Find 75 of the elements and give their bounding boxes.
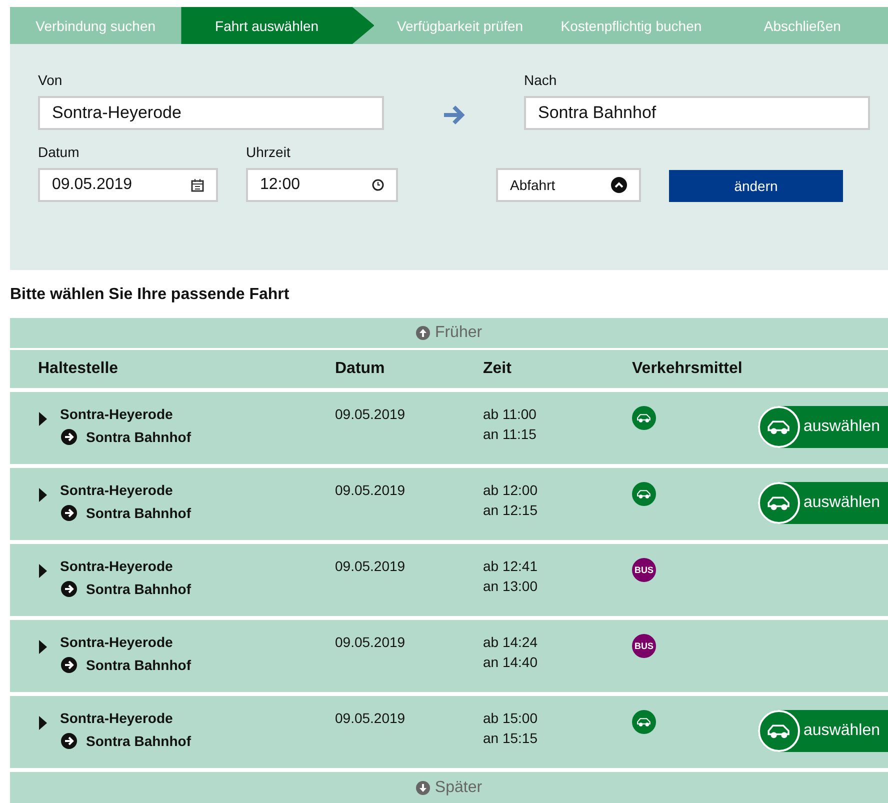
stop-name: Sontra-Heyerode [60, 482, 174, 498]
arrival-time: an 11:15 [483, 426, 538, 442]
arrow-circle-icon [60, 656, 78, 674]
departure-time: ab 11:00 [483, 406, 538, 422]
stop-name: Sontra Bahnhof [86, 733, 191, 749]
stop-name: Sontra-Heyerode [60, 634, 174, 650]
arrow-circle-icon [60, 504, 78, 522]
change-button[interactable]: ändern [669, 170, 843, 202]
earlier-button[interactable]: Früher [10, 318, 888, 348]
arrival-time: an 14:40 [483, 654, 538, 670]
mode-select[interactable]: Abfahrt [496, 168, 641, 202]
arrow-circle-icon [60, 428, 78, 446]
stop-name: Sontra Bahnhof [86, 429, 191, 445]
bus-badge: BUS [632, 558, 656, 582]
column-header: Datum [335, 360, 386, 378]
caret-icon [611, 177, 627, 193]
clock-icon [372, 179, 384, 191]
departure-time: ab 12:00 [483, 482, 538, 498]
trip-date: 09.05.2019 [335, 634, 406, 652]
trip-row[interactable]: Sontra-Heyerode Sontra Bahnhof 09.05.2019 ab 12:00 an 12:15 auswählen [10, 468, 888, 540]
trip-date: 09.05.2019 [335, 406, 406, 424]
stop-name: Sontra-Heyerode [60, 558, 174, 574]
field-label: Uhrzeit [246, 144, 292, 160]
select-button[interactable]: auswählen [758, 482, 888, 524]
arrival-time: an 15:15 [483, 730, 538, 746]
down-circle-icon [416, 781, 430, 795]
stop-name: Sontra-Heyerode [60, 710, 174, 726]
departure-time: ab 12:41 [483, 558, 538, 574]
trip-row[interactable]: Sontra-Heyerode Sontra Bahnhof 09.05.2019 ab 11:00 an 11:15 auswählen [10, 392, 888, 464]
from-field[interactable]: Sontra-Heyerode [38, 96, 384, 130]
arrow-circle-icon [60, 580, 78, 598]
car-icon [632, 482, 656, 506]
field-label: Datum [38, 144, 80, 160]
stop-name: Sontra Bahnhof [86, 505, 191, 521]
stop-name: Sontra-Heyerode [60, 406, 174, 422]
column-header: Zeit [483, 360, 512, 378]
trip-date: 09.05.2019 [335, 482, 406, 500]
column-header: Verkehrsmittel [632, 360, 744, 378]
time-field[interactable]: 12:00 [246, 168, 398, 202]
bus-badge: BUS [632, 634, 656, 658]
arrival-time: an 12:15 [483, 502, 538, 518]
field-label: Von [38, 72, 64, 88]
to-field[interactable]: Sontra Bahnhof [524, 96, 870, 130]
expand-icon[interactable] [38, 640, 48, 654]
expand-icon[interactable] [38, 564, 48, 578]
later-button[interactable]: Später [10, 772, 888, 803]
arrow-icon [442, 104, 466, 126]
trip-row[interactable]: Sontra-Heyerode Sontra Bahnhof 09.05.2019 ab 12:41 an 13:00 BUS [10, 544, 888, 616]
car-icon [758, 406, 800, 448]
trip-row[interactable]: Sontra-Heyerode Sontra Bahnhof 09.05.2019 ab 15:00 an 15:15 auswählen [10, 696, 888, 768]
car-icon [632, 406, 656, 430]
progress-step[interactable]: Fahrt auswählen [181, 7, 374, 44]
select-button[interactable]: auswählen [758, 710, 888, 752]
calendar-icon [191, 178, 204, 192]
expand-icon[interactable] [38, 716, 48, 730]
select-button[interactable]: auswählen [758, 406, 888, 448]
stop-name: Sontra Bahnhof [86, 581, 191, 597]
trip-date: 09.05.2019 [335, 710, 406, 728]
up-circle-icon [416, 326, 430, 340]
section-heading: Bitte wählen Sie Ihre passende Fahrt [10, 286, 290, 304]
car-icon [758, 710, 800, 752]
car-icon [632, 710, 656, 734]
arrow-circle-icon [60, 732, 78, 750]
expand-icon[interactable] [38, 488, 48, 502]
trip-date: 09.05.2019 [335, 558, 406, 576]
column-header: Haltestelle [38, 360, 120, 378]
car-icon [758, 482, 800, 524]
stop-name: Sontra Bahnhof [86, 657, 191, 673]
field-label: Nach [524, 72, 558, 88]
trip-row[interactable]: Sontra-Heyerode Sontra Bahnhof 09.05.2019 ab 14:24 an 14:40 BUS [10, 620, 888, 692]
arrival-time: an 13:00 [483, 578, 538, 594]
expand-icon[interactable] [38, 412, 48, 426]
date-field[interactable]: 09.05.2019 [38, 168, 218, 202]
departure-time: ab 14:24 [483, 634, 538, 650]
departure-time: ab 15:00 [483, 710, 538, 726]
